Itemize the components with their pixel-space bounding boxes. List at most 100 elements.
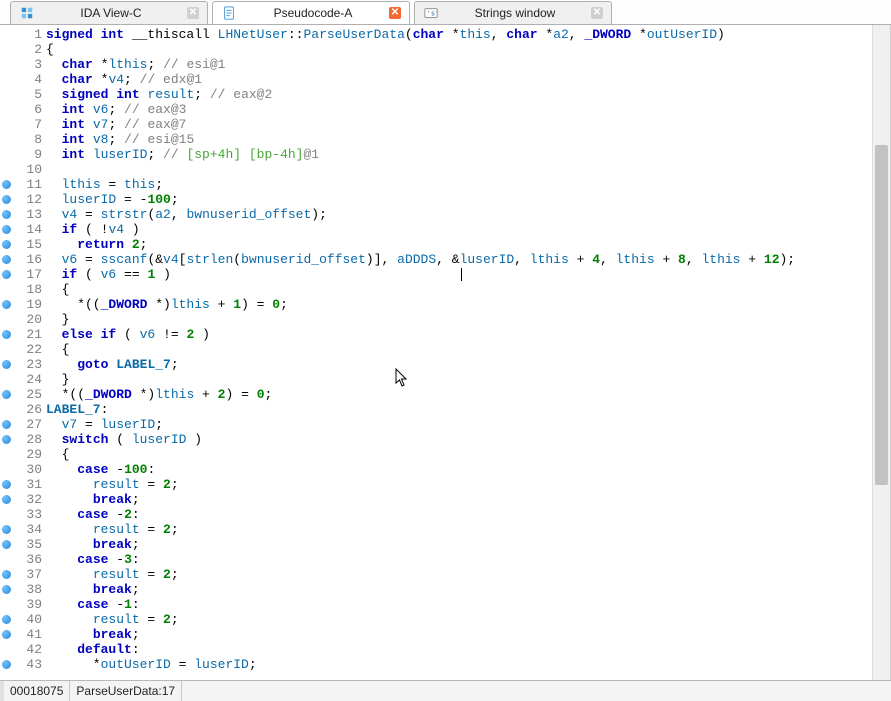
code-line[interactable]: 40 result = 2; xyxy=(0,612,890,627)
code-line[interactable]: 1signed int __thiscall LHNetUser::ParseU… xyxy=(0,27,890,42)
code-line[interactable]: 35 break; xyxy=(0,537,890,552)
breakpoint-dot-icon[interactable] xyxy=(2,570,11,579)
breakpoint-dot-icon[interactable] xyxy=(2,180,11,189)
code-content[interactable]: { xyxy=(44,342,69,357)
code-line[interactable]: 27 v7 = luserID; xyxy=(0,417,890,432)
code-line[interactable]: 19 *((_DWORD *)lthis + 1) = 0; xyxy=(0,297,890,312)
code-content[interactable]: result = 2; xyxy=(44,522,179,537)
code-content[interactable]: signed int __thiscall LHNetUser::ParseUs… xyxy=(44,27,725,42)
code-line[interactable]: 13 v4 = strstr(a2, bwnuserid_offset); xyxy=(0,207,890,222)
breakpoint-dot-icon[interactable] xyxy=(2,525,11,534)
code-content[interactable]: if ( !v4 ) xyxy=(44,222,140,237)
code-content[interactable]: break; xyxy=(44,627,140,642)
breakpoint-dot-icon[interactable] xyxy=(2,255,11,264)
code-line[interactable]: 12 luserID = -100; xyxy=(0,192,890,207)
code-line[interactable]: 5 signed int result; // eax@2 xyxy=(0,87,890,102)
code-content[interactable]: switch ( luserID ) xyxy=(44,432,202,447)
breakpoint-dot-icon[interactable] xyxy=(2,390,11,399)
close-icon[interactable]: ✕ xyxy=(187,7,199,19)
code-line[interactable]: 38 break; xyxy=(0,582,890,597)
code-content[interactable]: luserID = -100; xyxy=(44,192,179,207)
breakpoint-dot-icon[interactable] xyxy=(2,270,11,279)
code-line[interactable]: 20 } xyxy=(0,312,890,327)
code-line[interactable]: 31 result = 2; xyxy=(0,477,890,492)
code-content[interactable]: *((_DWORD *)lthis + 1) = 0; xyxy=(44,297,288,312)
code-line[interactable]: 8 int v8; // esi@15 xyxy=(0,132,890,147)
breakpoint-dot-icon[interactable] xyxy=(2,240,11,249)
code-line[interactable]: 3 char *lthis; // esi@1 xyxy=(0,57,890,72)
code-content[interactable]: LABEL_7: xyxy=(44,402,108,417)
code-content[interactable]: v4 = strstr(a2, bwnuserid_offset); xyxy=(44,207,327,222)
breakpoint-dot-icon[interactable] xyxy=(2,195,11,204)
code-content[interactable]: case -100: xyxy=(44,462,155,477)
code-content[interactable]: { xyxy=(44,42,54,57)
breakpoint-dot-icon[interactable] xyxy=(2,360,11,369)
code-view[interactable]: 1signed int __thiscall LHNetUser::ParseU… xyxy=(0,25,891,680)
code-line[interactable]: 23 goto LABEL_7; xyxy=(0,357,890,372)
code-line[interactable]: 36 case -3: xyxy=(0,552,890,567)
code-content[interactable]: v6 = sscanf(&v4[strlen(bwnuserid_offset)… xyxy=(44,252,795,267)
breakpoint-dot-icon[interactable] xyxy=(2,615,11,624)
code-line[interactable]: 42 default: xyxy=(0,642,890,657)
code-content[interactable]: break; xyxy=(44,582,140,597)
code-line[interactable]: 11 lthis = this; xyxy=(0,177,890,192)
code-line[interactable]: 9 int luserID; // [sp+4h] [bp-4h]@1 xyxy=(0,147,890,162)
code-content[interactable]: char *v4; // edx@1 xyxy=(44,72,202,87)
code-line[interactable]: 24 } xyxy=(0,372,890,387)
close-icon[interactable]: ✕ xyxy=(591,7,603,19)
code-line[interactable]: 39 case -1: xyxy=(0,597,890,612)
breakpoint-dot-icon[interactable] xyxy=(2,585,11,594)
code-content[interactable]: result = 2; xyxy=(44,477,179,492)
code-content[interactable]: *outUserID = luserID; xyxy=(44,657,257,672)
code-content[interactable]: break; xyxy=(44,537,140,552)
code-content[interactable]: case -1: xyxy=(44,597,140,612)
code-content[interactable]: *((_DWORD *)lthis + 2) = 0; xyxy=(44,387,272,402)
code-content[interactable]: result = 2; xyxy=(44,612,179,627)
code-line[interactable]: 2{ xyxy=(0,42,890,57)
code-content[interactable]: else if ( v6 != 2 ) xyxy=(44,327,210,342)
tab-ida-view-c[interactable]: IDA View-C✕ xyxy=(10,1,208,24)
code-line[interactable]: 21 else if ( v6 != 2 ) xyxy=(0,327,890,342)
code-content[interactable]: v7 = luserID; xyxy=(44,417,163,432)
code-line[interactable]: 25 *((_DWORD *)lthis + 2) = 0; xyxy=(0,387,890,402)
code-line[interactable]: 30 case -100: xyxy=(0,462,890,477)
code-line[interactable]: 17 if ( v6 == 1 ) xyxy=(0,267,890,282)
code-content[interactable]: int v6; // eax@3 xyxy=(44,102,186,117)
code-content[interactable]: } xyxy=(44,312,69,327)
code-line[interactable]: 26LABEL_7: xyxy=(0,402,890,417)
breakpoint-dot-icon[interactable] xyxy=(2,300,11,309)
code-line[interactable]: 37 result = 2; xyxy=(0,567,890,582)
breakpoint-dot-icon[interactable] xyxy=(2,540,11,549)
code-content[interactable]: break; xyxy=(44,492,140,507)
tab-strings-window[interactable]: 's'Strings window✕ xyxy=(414,1,612,24)
scrollbar-vertical[interactable] xyxy=(872,25,890,680)
code-line[interactable]: 41 break; xyxy=(0,627,890,642)
code-content[interactable]: int v7; // eax@7 xyxy=(44,117,186,132)
code-content[interactable]: case -2: xyxy=(44,507,140,522)
code-content[interactable]: signed int result; // eax@2 xyxy=(44,87,272,102)
code-content[interactable]: { xyxy=(44,282,69,297)
code-line[interactable]: 10 xyxy=(0,162,890,177)
code-content[interactable]: goto LABEL_7; xyxy=(44,357,179,372)
code-content[interactable]: { xyxy=(44,447,69,462)
code-line[interactable]: 4 char *v4; // edx@1 xyxy=(0,72,890,87)
code-line[interactable]: 6 int v6; // eax@3 xyxy=(0,102,890,117)
code-content[interactable]: return 2; xyxy=(44,237,147,252)
code-content[interactable]: int v8; // esi@15 xyxy=(44,132,194,147)
code-content[interactable]: lthis = this; xyxy=(44,177,163,192)
breakpoint-dot-icon[interactable] xyxy=(2,480,11,489)
breakpoint-dot-icon[interactable] xyxy=(2,225,11,234)
code-content[interactable]: } xyxy=(44,372,69,387)
code-line[interactable]: 15 return 2; xyxy=(0,237,890,252)
breakpoint-dot-icon[interactable] xyxy=(2,330,11,339)
code-line[interactable]: 7 int v7; // eax@7 xyxy=(0,117,890,132)
code-content[interactable]: default: xyxy=(44,642,140,657)
code-content[interactable]: int luserID; // [sp+4h] [bp-4h]@1 xyxy=(44,147,319,162)
breakpoint-dot-icon[interactable] xyxy=(2,435,11,444)
breakpoint-dot-icon[interactable] xyxy=(2,630,11,639)
breakpoint-dot-icon[interactable] xyxy=(2,210,11,219)
code-line[interactable]: 43 *outUserID = luserID; xyxy=(0,657,890,672)
code-line[interactable]: 16 v6 = sscanf(&v4[strlen(bwnuserid_offs… xyxy=(0,252,890,267)
scrollbar-thumb[interactable] xyxy=(875,145,888,485)
code-line[interactable]: 14 if ( !v4 ) xyxy=(0,222,890,237)
